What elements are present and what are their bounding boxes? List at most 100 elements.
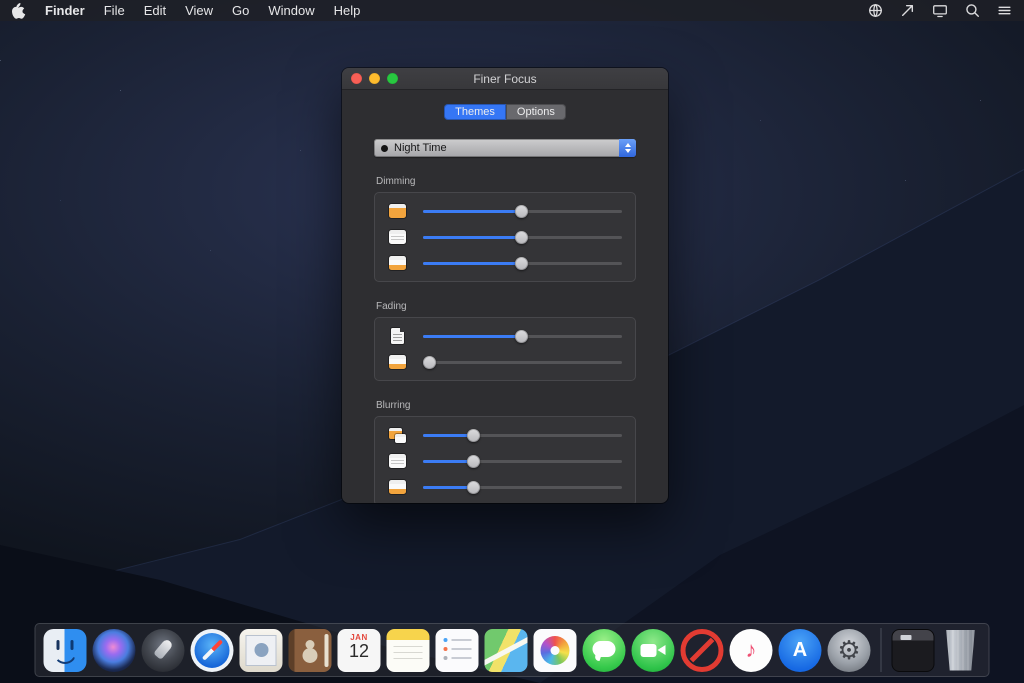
dock-icon-launchpad[interactable] xyxy=(142,629,185,672)
minimize-button[interactable] xyxy=(369,73,380,84)
dock-icon-siri[interactable] xyxy=(93,629,136,672)
slider-fill xyxy=(423,460,473,463)
dock-icon-itunes[interactable]: ♪ xyxy=(730,629,773,672)
slider-thumb[interactable] xyxy=(467,481,480,494)
slider-fill xyxy=(423,262,521,265)
stars xyxy=(0,60,1,61)
slider-thumb[interactable] xyxy=(467,429,480,442)
dock-icon-messages[interactable] xyxy=(583,629,626,672)
dimming-slider-2[interactable] xyxy=(423,229,622,245)
blurring-slider-1[interactable] xyxy=(423,427,622,443)
music-note-icon: ♪ xyxy=(746,639,757,661)
menu-item-go[interactable]: Go xyxy=(232,3,249,18)
fading-slider-2[interactable] xyxy=(423,354,622,370)
fading-group xyxy=(374,317,636,381)
dock-icon-photos[interactable] xyxy=(534,629,577,672)
dock-icon-notes[interactable] xyxy=(387,629,430,672)
dock-icon-restricted[interactable] xyxy=(681,629,724,672)
section-label-fading: Fading xyxy=(376,301,636,312)
fading-slider-1[interactable] xyxy=(423,328,622,344)
slider-row xyxy=(388,353,622,371)
menu-bar-left: Finder File Edit View Go Window Help xyxy=(12,3,360,19)
apple-menu-icon[interactable] xyxy=(12,3,26,19)
menu-item-view[interactable]: View xyxy=(185,3,213,18)
menu-item-file[interactable]: File xyxy=(104,3,125,18)
blurring-group xyxy=(374,416,636,503)
display-icon[interactable] xyxy=(932,3,948,18)
window-orange-icon xyxy=(388,204,406,218)
globe-icon[interactable] xyxy=(868,3,883,18)
search-icon[interactable] xyxy=(965,3,980,18)
theme-select[interactable]: Night Time xyxy=(374,139,636,157)
title-bar[interactable]: Finer Focus xyxy=(342,68,668,90)
dock-icon-contacts[interactable] xyxy=(289,629,332,672)
slider-row xyxy=(388,228,622,246)
dock-icon-calendar[interactable]: JAN 12 xyxy=(338,629,381,672)
dock-icon-dark-app[interactable] xyxy=(892,629,935,672)
menu-item-window[interactable]: Window xyxy=(268,3,314,18)
menu-bar-right xyxy=(868,3,1012,18)
cursor-arrow-icon[interactable] xyxy=(900,3,915,18)
slider-row xyxy=(388,426,622,444)
app-store-letter: A xyxy=(793,640,807,660)
popup-arrows-icon xyxy=(619,139,636,157)
dock-icon-mail[interactable] xyxy=(240,629,283,672)
menu-bar: Finder File Edit View Go Window Help xyxy=(0,0,1024,21)
slider-fill xyxy=(423,236,521,239)
slider-track xyxy=(423,361,622,364)
slider-thumb[interactable] xyxy=(515,231,528,244)
theme-select-value: Night Time xyxy=(394,142,447,154)
window-white-orange-icon xyxy=(388,256,406,270)
slider-thumb[interactable] xyxy=(467,455,480,468)
dock-icon-system-preferences[interactable]: ⚙ xyxy=(828,629,871,672)
dimming-slider-3[interactable] xyxy=(423,255,622,271)
dock-icon-facetime[interactable] xyxy=(632,629,675,672)
theme-color-dot-icon xyxy=(381,145,388,152)
dock-icon-reminders[interactable] xyxy=(436,629,479,672)
slider-fill xyxy=(423,434,473,437)
windows-stack-icon xyxy=(388,428,406,443)
gear-icon: ⚙ xyxy=(837,637,860,663)
finer-focus-window: Finer Focus Themes Options Night Time Di… xyxy=(342,68,668,503)
dimming-group xyxy=(374,192,636,282)
window-white-icon xyxy=(388,454,406,468)
slider-fill xyxy=(423,486,473,489)
window-white-orange-icon xyxy=(388,355,406,369)
dock-separator xyxy=(881,628,882,672)
section-label-blurring: Blurring xyxy=(376,400,636,411)
dimming-slider-1[interactable] xyxy=(423,203,622,219)
section-label-dimming: Dimming xyxy=(376,176,636,187)
slider-fill xyxy=(423,210,521,213)
dock-icon-safari[interactable] xyxy=(191,629,234,672)
tab-themes[interactable]: Themes xyxy=(444,104,506,120)
slider-thumb[interactable] xyxy=(423,356,436,369)
document-icon xyxy=(388,328,406,344)
tab-bar: Themes Options xyxy=(374,104,636,120)
menu-item-help[interactable]: Help xyxy=(334,3,361,18)
menu-item-edit[interactable]: Edit xyxy=(144,3,166,18)
blurring-slider-3[interactable] xyxy=(423,479,622,495)
blurring-slider-2[interactable] xyxy=(423,453,622,469)
dock-icon-trash[interactable] xyxy=(943,630,979,671)
slider-row xyxy=(388,478,622,496)
desktop: Finder File Edit View Go Window Help xyxy=(0,0,1024,683)
slider-row xyxy=(388,254,622,272)
list-icon[interactable] xyxy=(997,3,1012,18)
slider-thumb[interactable] xyxy=(515,257,528,270)
zoom-button[interactable] xyxy=(387,73,398,84)
slider-row xyxy=(388,202,622,220)
window-white-icon xyxy=(388,230,406,244)
tab-options[interactable]: Options xyxy=(506,104,566,120)
close-button[interactable] xyxy=(351,73,362,84)
dock-icon-app-store[interactable]: A xyxy=(779,629,822,672)
slider-row xyxy=(388,452,622,470)
window-content: Themes Options Night Time Dimming xyxy=(342,90,668,503)
window-white-orange-icon xyxy=(388,480,406,494)
dock-icon-maps[interactable] xyxy=(485,629,528,672)
menu-app-name[interactable]: Finder xyxy=(45,3,85,18)
traffic-lights xyxy=(351,68,398,89)
slider-thumb[interactable] xyxy=(515,205,528,218)
dock-icon-finder[interactable] xyxy=(44,629,87,672)
slider-thumb[interactable] xyxy=(515,330,528,343)
dock: JAN 12 ♪ A ⚙ xyxy=(35,623,990,677)
